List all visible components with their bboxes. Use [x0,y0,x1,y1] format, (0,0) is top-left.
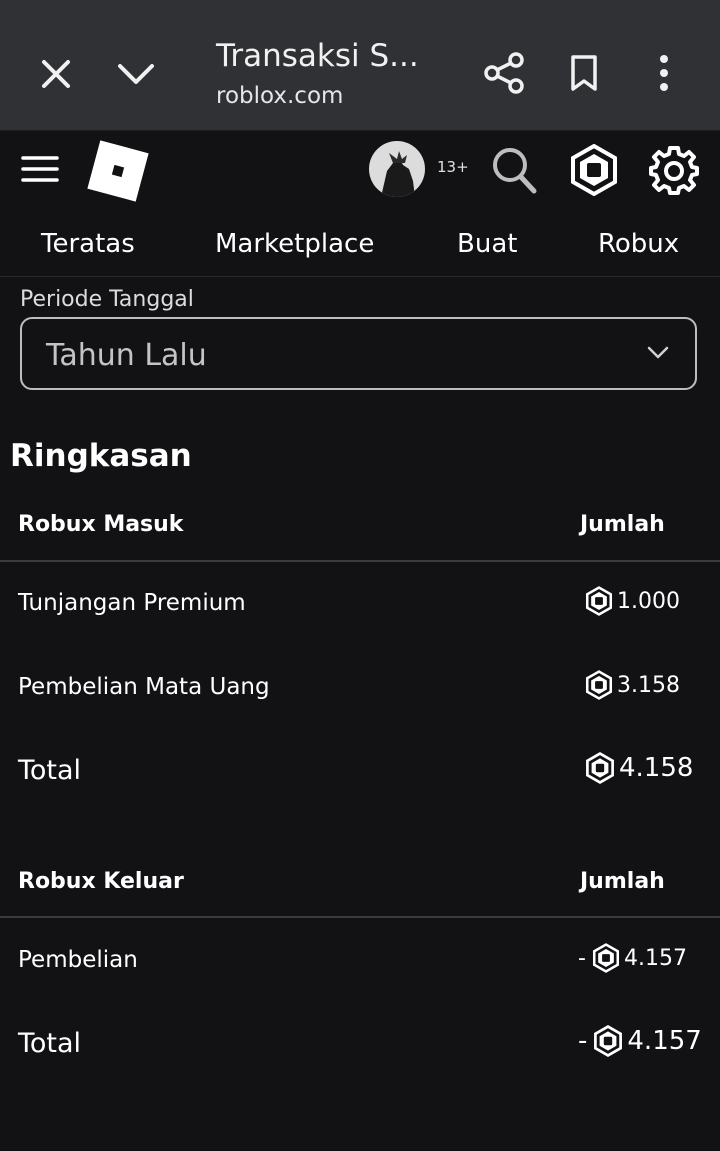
avatar[interactable] [369,141,425,197]
share-icon[interactable] [482,50,526,96]
tab-buat[interactable]: Buat [457,229,517,259]
incoming-row-label: Tunjangan Premium [18,590,246,616]
outgoing-total-amount: - 4.157 [578,1025,702,1057]
site-header [0,131,720,211]
tab-url[interactable]: roblox.com [216,83,343,109]
robux-icon [594,1025,623,1057]
age-badge: 13+ [437,158,469,176]
search-icon[interactable] [490,145,538,195]
close-icon[interactable] [36,54,76,94]
amount-value: 4.157 [627,1026,702,1056]
summary-title: Ringkasan [10,438,192,474]
incoming-row-amount: 3.158 [585,670,680,700]
period-select[interactable]: Tahun Lalu [20,317,697,390]
browser-toolbar: Transaksi S... roblox.com [0,0,720,131]
robux-icon [585,586,613,616]
amount-value: 3.158 [617,672,680,698]
roblox-logo[interactable] [86,139,150,203]
bookmark-icon[interactable] [566,52,602,94]
robux-icon [592,943,619,973]
incoming-row-amount: 1.000 [585,586,680,616]
incoming-total-label: Total [18,755,82,786]
nav-tabs: Teratas Marketplace Buat Robux [0,211,720,277]
tab-robux[interactable]: Robux [598,229,679,259]
divider [0,560,720,562]
incoming-total-amount: 4.158 [585,752,693,784]
amount-value: 4.158 [619,753,694,783]
tab-title[interactable]: Transaksi S... [216,38,419,74]
more-vert-icon[interactable] [650,52,678,94]
incoming-amount-header: Jumlah [580,512,665,537]
amount-value: 4.157 [623,945,687,971]
robux-icon [585,670,613,700]
menu-icon[interactable] [20,153,60,185]
divider [0,916,720,918]
tab-marketplace[interactable]: Marketplace [215,229,374,259]
chevron-down-icon[interactable] [114,54,158,94]
robux-icon[interactable] [568,144,620,196]
chevron-down-icon [647,345,669,364]
outgoing-total-label: Total [18,1028,82,1059]
outgoing-row-label: Pembelian [18,947,138,973]
outgoing-header: Robux Keluar [18,869,184,894]
tab-teratas[interactable]: Teratas [41,229,135,259]
minus-sign: - [578,1026,588,1056]
amount-value: 1.000 [617,588,680,614]
period-selected-value: Tahun Lalu [46,338,207,373]
outgoing-amount-header: Jumlah [580,869,665,894]
minus-sign: - [578,945,586,971]
outgoing-row-amount: - 4.157 [578,943,687,973]
gear-icon[interactable] [648,144,700,196]
incoming-row-label: Pembelian Mata Uang [18,674,270,700]
incoming-header: Robux Masuk [18,512,184,537]
period-label: Periode Tanggal [20,287,194,312]
robux-icon [586,752,614,784]
